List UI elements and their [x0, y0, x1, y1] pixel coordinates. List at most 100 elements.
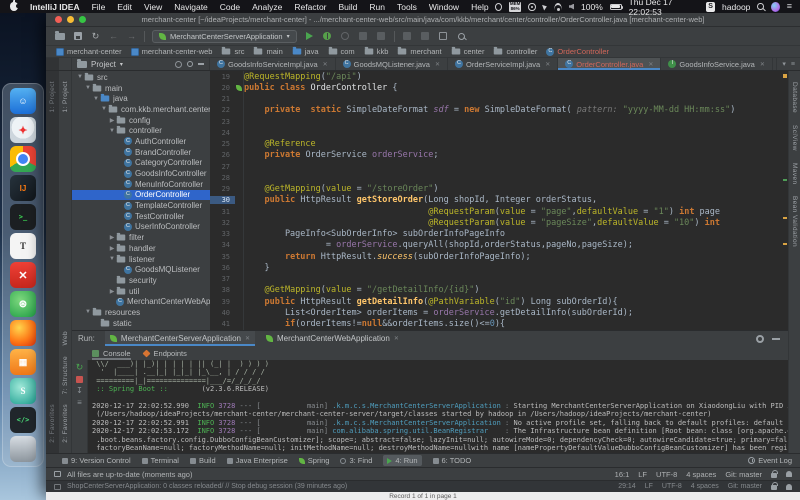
stop-icon[interactable]	[76, 376, 83, 383]
run-configuration-select[interactable]: MerchantCenterServerApplication ▾	[152, 30, 297, 43]
chrome-icon[interactable]	[10, 146, 36, 172]
locate-file-icon[interactable]	[175, 61, 182, 68]
toolwindow-maven-button[interactable]: Maven	[791, 163, 798, 185]
toolwindow-sciview-button[interactable]: SciView	[791, 125, 798, 151]
menu-item-refactor[interactable]: Refactor	[288, 2, 332, 12]
code-line-41[interactable]: 41 if(orderItems!=null&&orderItems.size(…	[210, 319, 788, 330]
breadcrumb-main[interactable]: main	[253, 47, 282, 56]
profiler-button[interactable]	[358, 31, 369, 42]
volume-icon[interactable]	[569, 4, 574, 10]
trash-icon[interactable]	[10, 436, 36, 462]
code-line-39[interactable]: 39 public HttpResult getDetailInfo(@Path…	[210, 296, 788, 307]
stripe-ok-mark[interactable]	[783, 179, 787, 181]
status-segment-utf-8[interactable]: UTF-8	[662, 483, 682, 490]
breadcrumb-ordercontroller[interactable]: COrderController	[546, 47, 609, 56]
stripe-warning-mark[interactable]	[783, 74, 787, 78]
split-editor-icon[interactable]: ≡	[791, 61, 795, 68]
menubar-clock[interactable]: Thu Dec 17 22:02:53	[629, 0, 700, 17]
event-log-button[interactable]: Event Log	[748, 456, 792, 465]
tree-expand-icon[interactable]: ▼	[84, 85, 92, 91]
status-segment-4-spaces[interactable]: 4 spaces	[686, 470, 716, 479]
tree-expand-icon[interactable]: ▼	[108, 128, 116, 134]
code-app-icon[interactable]: </>	[10, 407, 36, 433]
code-line-38[interactable]: 38 @GetMapping(value = "/getDetailInfo/{…	[210, 285, 788, 296]
breadcrumb-com[interactable]: com	[328, 47, 355, 56]
tree-item-src[interactable]: ▼src	[72, 72, 210, 83]
code-line-30[interactable]: 30 public HttpResult getStoreOrder(Long …	[210, 195, 788, 206]
scroll-to-end-icon[interactable]: ↧	[76, 387, 83, 395]
notifications-icon[interactable]	[786, 471, 792, 477]
breadcrumb-merchant-center-web[interactable]: merchant-center-web	[131, 47, 213, 56]
code-line-26[interactable]: 26 private OrderService orderService;	[210, 150, 788, 161]
tree-expand-icon[interactable]: ▶	[108, 234, 116, 241]
sync-icon[interactable]: ↻	[90, 31, 101, 42]
tree-item-handler[interactable]: ▶handler	[72, 243, 210, 254]
current-user[interactable]: hadoop	[722, 2, 750, 12]
run-tab-merchantcenterserverapplication[interactable]: MerchantCenterServerApplication✕	[105, 331, 255, 346]
view-tab-endpoints[interactable]: Endpoints	[143, 346, 187, 360]
code-editor[interactable]: 19@RequestMapping("/api")20public class …	[210, 71, 788, 330]
stop-button[interactable]	[376, 31, 387, 42]
fan-meter-icon[interactable]	[528, 3, 535, 11]
toolwindow-7-structure-button[interactable]: 7: Structure	[62, 356, 69, 394]
status-segment-29-14[interactable]: 29:14	[618, 483, 636, 490]
status-segment-git-master[interactable]: Git: master	[728, 483, 762, 490]
code-line-27[interactable]: 27	[210, 161, 788, 172]
menu-item-navigate[interactable]: Navigate	[168, 2, 214, 12]
cpu-meter-icon[interactable]	[495, 3, 502, 11]
menu-item-build[interactable]: Build	[333, 2, 364, 12]
menu-item-edit[interactable]: Edit	[111, 2, 138, 12]
tree-item-goodsinfocontroller[interactable]: CGoodsInfoController	[72, 168, 210, 179]
code-line-33[interactable]: 33 PageInfo<SubOrderInfo> subOrderInfoPa…	[210, 229, 788, 240]
code-line-40[interactable]: 40 List<OrderItem> orderItems = orderSer…	[210, 307, 788, 318]
tree-item-testcontroller[interactable]: CTestController	[72, 211, 210, 222]
panel-settings-icon[interactable]	[187, 61, 193, 67]
safari-icon[interactable]: ✦	[10, 117, 36, 143]
run-tab-merchantcenterwebapplication[interactable]: MerchantCenterWebApplication✕	[261, 331, 404, 346]
menu-item-code[interactable]: Code	[214, 2, 246, 12]
remote-cursor-icon[interactable]	[542, 3, 548, 10]
tree-item-java[interactable]: ▼java	[72, 93, 210, 104]
close-tab-icon[interactable]: ✕	[648, 61, 653, 68]
tree-expand-icon[interactable]: ▶	[108, 245, 116, 252]
lock-icon[interactable]	[771, 485, 777, 490]
close-run-tab-icon[interactable]: ✕	[245, 335, 250, 342]
toolwindow-6-todo[interactable]: 6: TODO	[433, 456, 472, 465]
toolwindow-java-enterprise[interactable]: Java Enterprise	[227, 456, 288, 465]
close-tab-icon[interactable]: ✕	[435, 61, 440, 68]
tree-item-security[interactable]: security	[72, 275, 210, 286]
toolwindow-build[interactable]: Build	[190, 456, 216, 465]
code-line-25[interactable]: 25 @Reference	[210, 139, 788, 150]
apple-menu-icon[interactable]	[10, 2, 18, 11]
back-icon[interactable]: ←	[108, 31, 119, 42]
finder-icon[interactable]: ☺	[10, 88, 36, 114]
breadcrumb-center[interactable]: center	[451, 47, 485, 56]
stripe-warning-mark[interactable]	[783, 217, 787, 219]
close-window-button[interactable]	[55, 16, 62, 23]
code-line-23[interactable]: 23	[210, 116, 788, 127]
notifications-icon[interactable]	[786, 484, 792, 490]
breadcrumb-kkb[interactable]: kkb	[364, 47, 389, 56]
run-button[interactable]	[304, 31, 315, 42]
search-everywhere-icon[interactable]	[456, 31, 467, 42]
tree-item-menuinfocontroller[interactable]: CMenuInfoController	[72, 179, 210, 190]
background-tasks-icon[interactable]	[54, 471, 61, 477]
editor-tab-goodsinfoserviceimpl-java[interactable]: CGoodsInfoServiceImpl.java✕	[210, 58, 336, 70]
toolwindow-3-find[interactable]: 3: Find	[340, 456, 372, 465]
window-layout-icon[interactable]	[438, 31, 449, 42]
menu-item-file[interactable]: File	[86, 2, 112, 12]
toolwindow-web-button[interactable]: Web	[62, 331, 69, 345]
tree-item-config[interactable]: ▶config	[72, 115, 210, 126]
spotlight-search-icon[interactable]	[757, 3, 763, 10]
menu-item-tools[interactable]: Tools	[391, 2, 423, 12]
tree-item-resources[interactable]: ▼resources	[72, 307, 210, 318]
editor-tab-ordercontroller-java[interactable]: COrderController.java✕	[558, 58, 661, 70]
tree-expand-icon[interactable]: ▼	[84, 309, 92, 315]
status-segment-git-master[interactable]: Git: master	[725, 470, 762, 479]
tree-item-com-kkb-merchant-center[interactable]: ▼com.kkb.merchant.center	[72, 104, 210, 115]
tree-expand-icon[interactable]: ▼	[108, 256, 116, 262]
stripe-warning-mark[interactable]	[783, 243, 787, 245]
wifi-icon[interactable]	[554, 3, 562, 10]
code-line-36[interactable]: 36 }	[210, 262, 788, 273]
menu-item-run[interactable]: Run	[363, 2, 391, 12]
